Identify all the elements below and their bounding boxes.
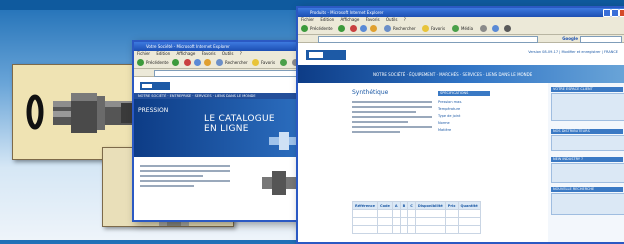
spec-row: Type de joint <box>438 114 461 118</box>
column-header[interactable]: A <box>391 201 401 210</box>
back-button-label[interactable]: Précédente <box>146 60 169 65</box>
google-toolbar-label: Google <box>562 36 578 41</box>
menu-favorites[interactable]: Favoris <box>366 17 380 22</box>
mail-icon[interactable] <box>492 25 499 32</box>
window-title: Produits - Microsoft Internet Explorer <box>310 10 384 15</box>
refresh-icon[interactable] <box>360 25 367 32</box>
menu-help[interactable]: ? <box>240 51 242 56</box>
address-bar: Google <box>298 35 624 43</box>
search-icon[interactable] <box>216 59 223 66</box>
print-icon[interactable] <box>504 25 511 32</box>
company-logo <box>140 82 170 90</box>
sidebar-client-card <box>551 93 624 121</box>
main-navigation[interactable]: NOTRE SOCIÉTÉ · ÉQUIPEMENT · MARCHÉS · S… <box>373 72 532 77</box>
address-input[interactable] <box>318 36 538 43</box>
column-header[interactable]: Disponibilité <box>414 201 446 210</box>
sidebar-box-search[interactable]: NOUVELLE RECHERCHE <box>551 187 623 192</box>
menu-help[interactable]: ? <box>404 17 406 22</box>
column-header[interactable]: B <box>399 201 409 210</box>
sidebar-distributors-card <box>551 135 624 151</box>
home-icon[interactable] <box>370 25 377 32</box>
company-logo <box>306 50 346 60</box>
section-title: Synthétique <box>352 89 389 96</box>
table-row[interactable] <box>351 217 481 226</box>
favorites-star-icon[interactable] <box>252 59 259 66</box>
column-header[interactable]: Référence <box>351 201 379 210</box>
spec-row: Norme <box>438 121 450 125</box>
menu-view[interactable]: Affichage <box>176 51 195 56</box>
home-icon[interactable] <box>204 59 211 66</box>
stop-icon[interactable] <box>184 59 191 66</box>
menu-file[interactable]: Fichier <box>137 51 150 56</box>
window-title-bar: Produits - Microsoft Internet Explorer <box>298 8 624 17</box>
table-header-row: Référence Code A B C Disponibilité Prix … <box>351 201 481 210</box>
table-row[interactable] <box>351 209 481 218</box>
product-text-lines <box>140 165 230 190</box>
column-header[interactable]: Prix <box>444 201 459 210</box>
media-icon[interactable] <box>280 59 287 66</box>
sidebar-box-industry[interactable]: NEW INDUSTRY ? <box>551 157 623 162</box>
column-header[interactable]: Quantité <box>457 201 481 210</box>
back-button-label[interactable]: Précédente <box>310 26 333 31</box>
results-table: Référence Code A B C Disponibilité Prix … <box>351 201 481 234</box>
hero-left-title: PRESSION <box>138 107 169 114</box>
search-icon[interactable] <box>384 25 391 32</box>
back-arrow-icon[interactable] <box>137 59 144 66</box>
nav-banner: NOTRE SOCIÉTÉ · ÉQUIPEMENT · MARCHÉS · S… <box>298 65 624 83</box>
favorites-button-label[interactable]: Favoris <box>431 26 445 31</box>
header-link[interactable]: Version 08-09-17 | Modifier et enregistr… <box>528 50 618 54</box>
history-icon[interactable] <box>480 25 487 32</box>
product-section <box>134 159 320 219</box>
media-button-label[interactable]: Média <box>461 26 473 31</box>
refresh-icon[interactable] <box>194 59 201 66</box>
main-column: Synthétique SPÉCIFICATIONS Pression max.… <box>298 83 548 242</box>
right-sidebar: VOTRE ESPACE CLIENT NOS DISTRIBUTEURS NE… <box>548 83 624 242</box>
google-search-input[interactable] <box>580 36 622 43</box>
media-icon[interactable] <box>452 25 459 32</box>
toolbar: Précédente Rechercher Favoris Média <box>298 23 624 35</box>
column-header[interactable]: Code <box>377 201 393 210</box>
favorites-star-icon[interactable] <box>422 25 429 32</box>
menu-edit[interactable]: Edition <box>320 17 334 22</box>
menu-tools[interactable]: Outils <box>386 17 398 22</box>
menu-file[interactable]: Fichier <box>301 17 314 22</box>
favorites-button-label[interactable]: Favoris <box>261 60 275 65</box>
spec-row: Température <box>438 107 461 111</box>
maximize-button[interactable] <box>611 9 619 17</box>
forward-arrow-icon[interactable] <box>338 25 345 32</box>
column-header[interactable]: C <box>407 201 416 210</box>
page-header: Version 08-09-17 | Modifier et enregistr… <box>298 45 624 65</box>
close-button[interactable] <box>619 9 624 17</box>
sidebar-search-card <box>551 193 624 215</box>
sidebar-box-distributors[interactable]: NOS DISTRIBUTEURS <box>551 129 623 134</box>
menu-tools[interactable]: Outils <box>222 51 234 56</box>
sidebar-industry-card <box>551 163 624 183</box>
description-lines <box>352 101 432 136</box>
back-arrow-icon[interactable] <box>301 25 308 32</box>
spec-list: Pression max. Température Type de joint … <box>438 99 538 134</box>
window-title: Votre Société - Microsoft Internet Explo… <box>146 44 230 49</box>
spec-row: Pression max. <box>438 100 463 104</box>
stop-icon[interactable] <box>350 25 357 32</box>
hero-banner: PRESSION LE CATALOGUE EN LIGNE <box>134 99 320 157</box>
search-button-label[interactable]: Rechercher <box>393 26 416 31</box>
minimize-button[interactable] <box>603 9 611 17</box>
spec-row: Matière <box>438 128 452 132</box>
search-button-label[interactable]: Rechercher <box>225 60 248 65</box>
sidebar-box-client[interactable]: VOTRE ESPACE CLIENT <box>551 87 623 92</box>
browser-window-products: Produits - Microsoft Internet Explorer F… <box>296 6 624 244</box>
table-row[interactable] <box>351 225 481 234</box>
spec-header: SPÉCIFICATIONS <box>438 91 490 96</box>
menu-favorites[interactable]: Favoris <box>202 51 216 56</box>
menu-view[interactable]: Affichage <box>340 17 359 22</box>
forward-arrow-icon[interactable] <box>172 59 179 66</box>
page-content: Version 08-09-17 | Modifier et enregistr… <box>298 45 624 242</box>
menu-edit[interactable]: Edition <box>156 51 170 56</box>
